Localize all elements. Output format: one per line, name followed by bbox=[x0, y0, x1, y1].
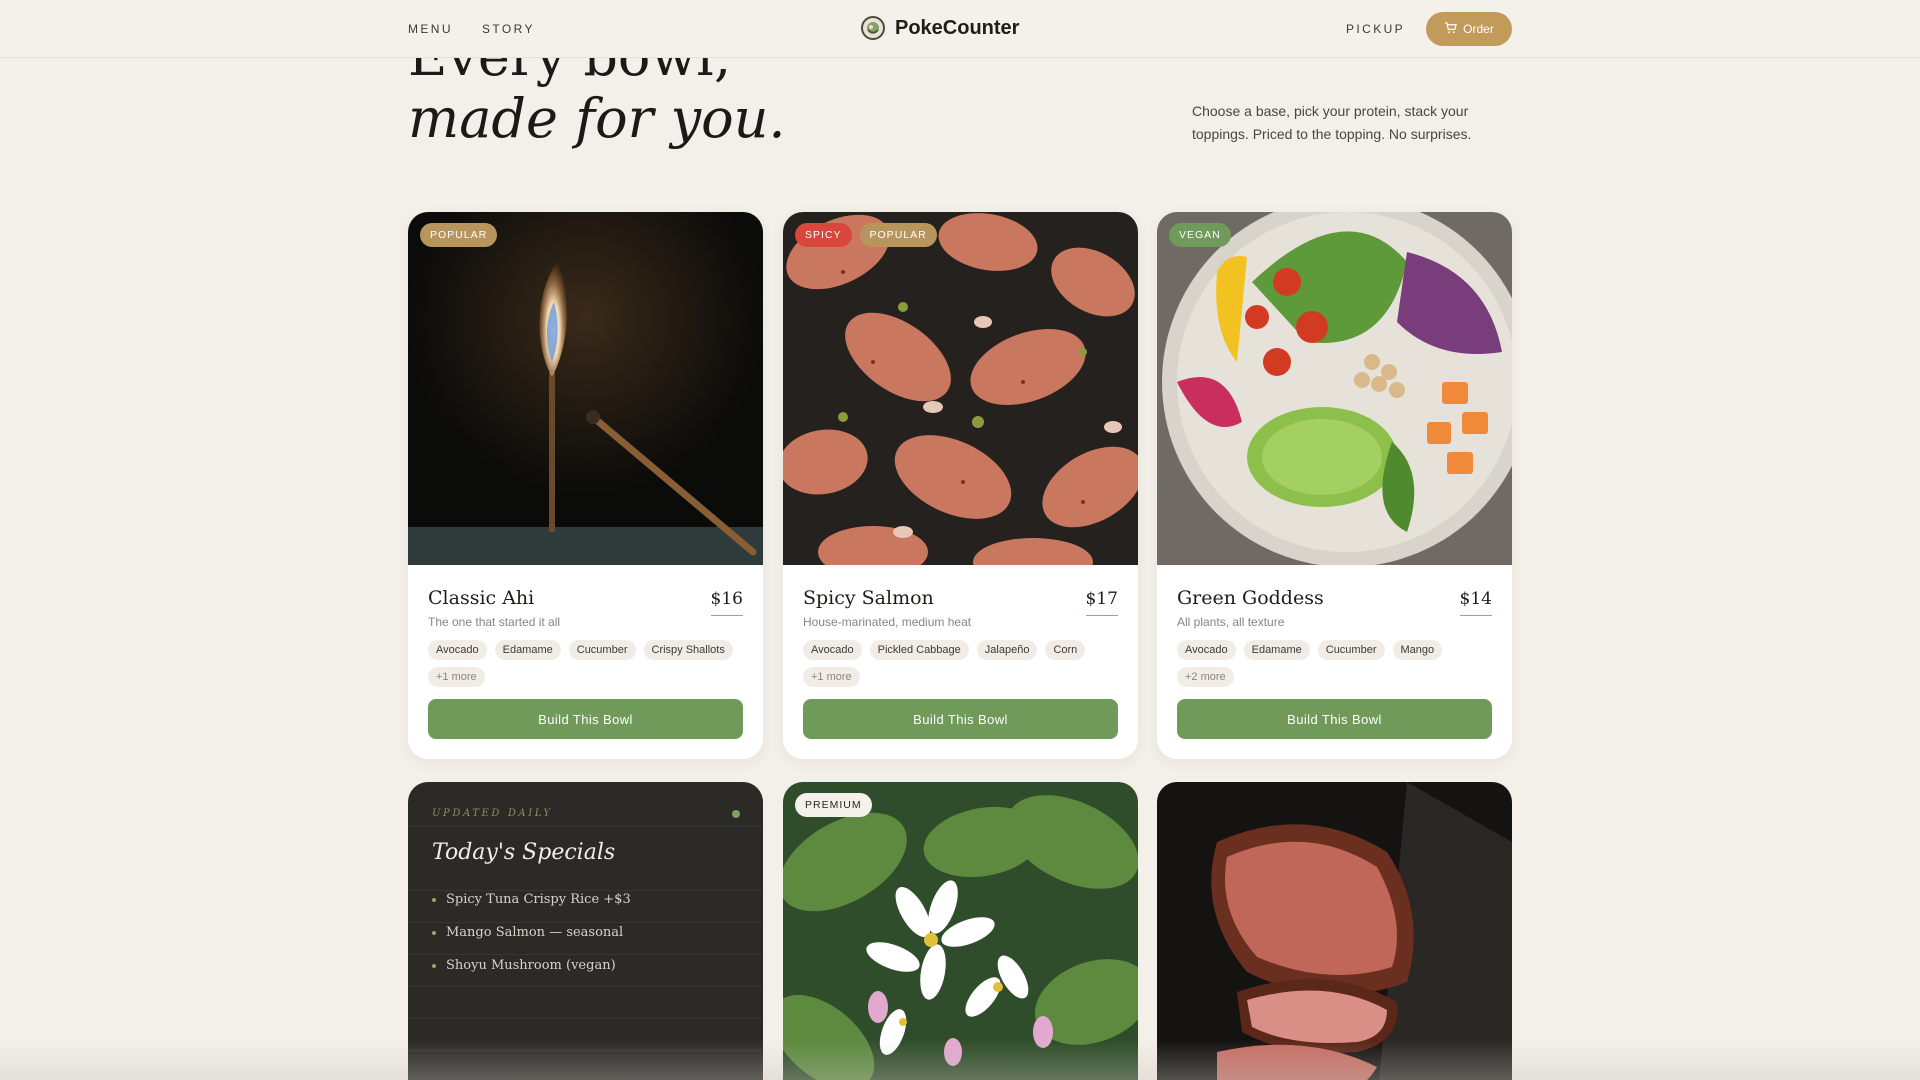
specials-kicker: UPDATED DAILY bbox=[432, 808, 553, 819]
card-badges: VEGAN bbox=[1169, 223, 1231, 247]
spicy-badge: SPICY bbox=[795, 223, 852, 247]
order-label: Order bbox=[1463, 22, 1494, 36]
card-price: $17 bbox=[1085, 589, 1118, 616]
brand-name: PokeCounter bbox=[895, 16, 1020, 39]
special-item: Spicy Tuna Crispy Rice +$3 bbox=[432, 892, 631, 907]
topping-tags: Avocado Pickled Cabbage Jalapeño Corn +1… bbox=[803, 640, 1118, 687]
topping-tag: Corn bbox=[1045, 640, 1086, 660]
topping-tags: Avocado Edamame Cucumber Mango +2 more bbox=[1177, 640, 1492, 687]
marinated-drumsticks-photo: SPICY POPULAR bbox=[783, 212, 1138, 565]
special-item: Shoyu Mushroom (vegan) bbox=[432, 958, 616, 973]
topping-tag: Pickled Cabbage bbox=[869, 640, 969, 660]
topping-tag: Edamame bbox=[1243, 640, 1310, 660]
topping-tag: Cucumber bbox=[568, 640, 636, 660]
nav-pickup-link[interactable]: PICKUP bbox=[1346, 22, 1405, 36]
live-status-dot bbox=[732, 810, 740, 818]
topping-tag: Jalapeño bbox=[976, 640, 1038, 660]
more-toppings-tag[interactable]: +2 more bbox=[1177, 667, 1234, 687]
match-flame-photo: POPULAR bbox=[408, 212, 763, 565]
card-subtitle: All plants, all texture bbox=[1177, 615, 1285, 629]
topping-tags: Avocado Edamame Cucumber Crispy Shallots… bbox=[428, 640, 743, 687]
topping-tag: Avocado bbox=[803, 640, 862, 660]
bullet-icon bbox=[432, 963, 436, 968]
bowl-logo-icon bbox=[861, 16, 885, 40]
build-bowl-button[interactable]: Build This Bowl bbox=[428, 699, 743, 739]
build-bowl-button[interactable]: Build This Bowl bbox=[803, 699, 1118, 739]
citrus-blossom-photo bbox=[783, 782, 1138, 1080]
topping-tag: Crispy Shallots bbox=[643, 640, 733, 660]
order-button[interactable]: Order bbox=[1426, 12, 1512, 46]
hero-description: Choose a base, pick your protein, stack … bbox=[1192, 103, 1472, 142]
special-item-label: Spicy Tuna Crispy Rice +$3 bbox=[446, 892, 631, 907]
card-subtitle: House-marinated, medium heat bbox=[803, 615, 972, 629]
bowl-card-spicy-salmon[interactable]: SPICY POPULAR Spicy Salmon House-marinat… bbox=[783, 212, 1138, 759]
card-price: $14 bbox=[1459, 589, 1492, 616]
bowl-card-classic-ahi[interactable]: POPULAR Classic Ahi The one that started… bbox=[408, 212, 763, 759]
card-badges: SPICY POPULAR bbox=[795, 223, 937, 247]
brand[interactable]: PokeCounter bbox=[861, 16, 1019, 40]
cart-icon bbox=[1444, 21, 1458, 37]
topping-tag: Avocado bbox=[428, 640, 487, 660]
popular-badge: POPULAR bbox=[420, 223, 498, 247]
card-title: Green Goddess bbox=[1177, 587, 1324, 609]
card-badges: PREMIUM bbox=[795, 793, 872, 817]
build-bowl-button[interactable]: Build This Bowl bbox=[1177, 699, 1492, 739]
more-toppings-tag[interactable]: +1 more bbox=[428, 667, 485, 687]
topping-tag: Edamame bbox=[494, 640, 561, 660]
card-badges: POPULAR bbox=[420, 223, 498, 247]
nav-story-link[interactable]: STORY bbox=[482, 22, 535, 36]
topping-tag: Avocado bbox=[1177, 640, 1236, 660]
special-item: Mango Salmon — seasonal bbox=[432, 925, 623, 940]
topping-tag: Cucumber bbox=[1317, 640, 1385, 660]
more-toppings-tag[interactable]: +1 more bbox=[803, 667, 860, 687]
vegetable-bowl-photo: VEGAN bbox=[1157, 212, 1512, 565]
bowl-card-green-goddess[interactable]: VEGAN Green Goddess All plants, all text… bbox=[1157, 212, 1512, 759]
specials-title: Today's Specials bbox=[432, 840, 616, 865]
popular-badge: POPULAR bbox=[859, 223, 937, 247]
card-title: Spicy Salmon bbox=[803, 587, 934, 609]
topping-tag: Mango bbox=[1392, 640, 1443, 660]
premium-badge: PREMIUM bbox=[795, 793, 872, 817]
nav-menu-link[interactable]: MENU bbox=[408, 22, 453, 36]
card-subtitle: The one that started it all bbox=[428, 615, 561, 629]
sliced-steak-photo bbox=[1157, 782, 1512, 1080]
premium-bowl-card[interactable]: PREMIUM bbox=[783, 782, 1138, 1080]
card-title: Classic Ahi bbox=[428, 587, 535, 609]
vegan-badge: VEGAN bbox=[1169, 223, 1231, 247]
special-item-label: Shoyu Mushroom (vegan) bbox=[446, 958, 616, 973]
hero-title-line2: made for you. bbox=[408, 87, 786, 150]
bullet-icon bbox=[432, 930, 436, 935]
special-item-label: Mango Salmon — seasonal bbox=[446, 925, 624, 940]
bullet-icon bbox=[432, 897, 436, 902]
card-price: $16 bbox=[710, 589, 743, 616]
site-header: MENU STORY PokeCounter PICKUP Order bbox=[0, 0, 1920, 58]
todays-specials-panel: UPDATED DAILY Today's Specials Spicy Tun… bbox=[408, 782, 763, 1080]
steak-bowl-card[interactable] bbox=[1157, 782, 1512, 1080]
